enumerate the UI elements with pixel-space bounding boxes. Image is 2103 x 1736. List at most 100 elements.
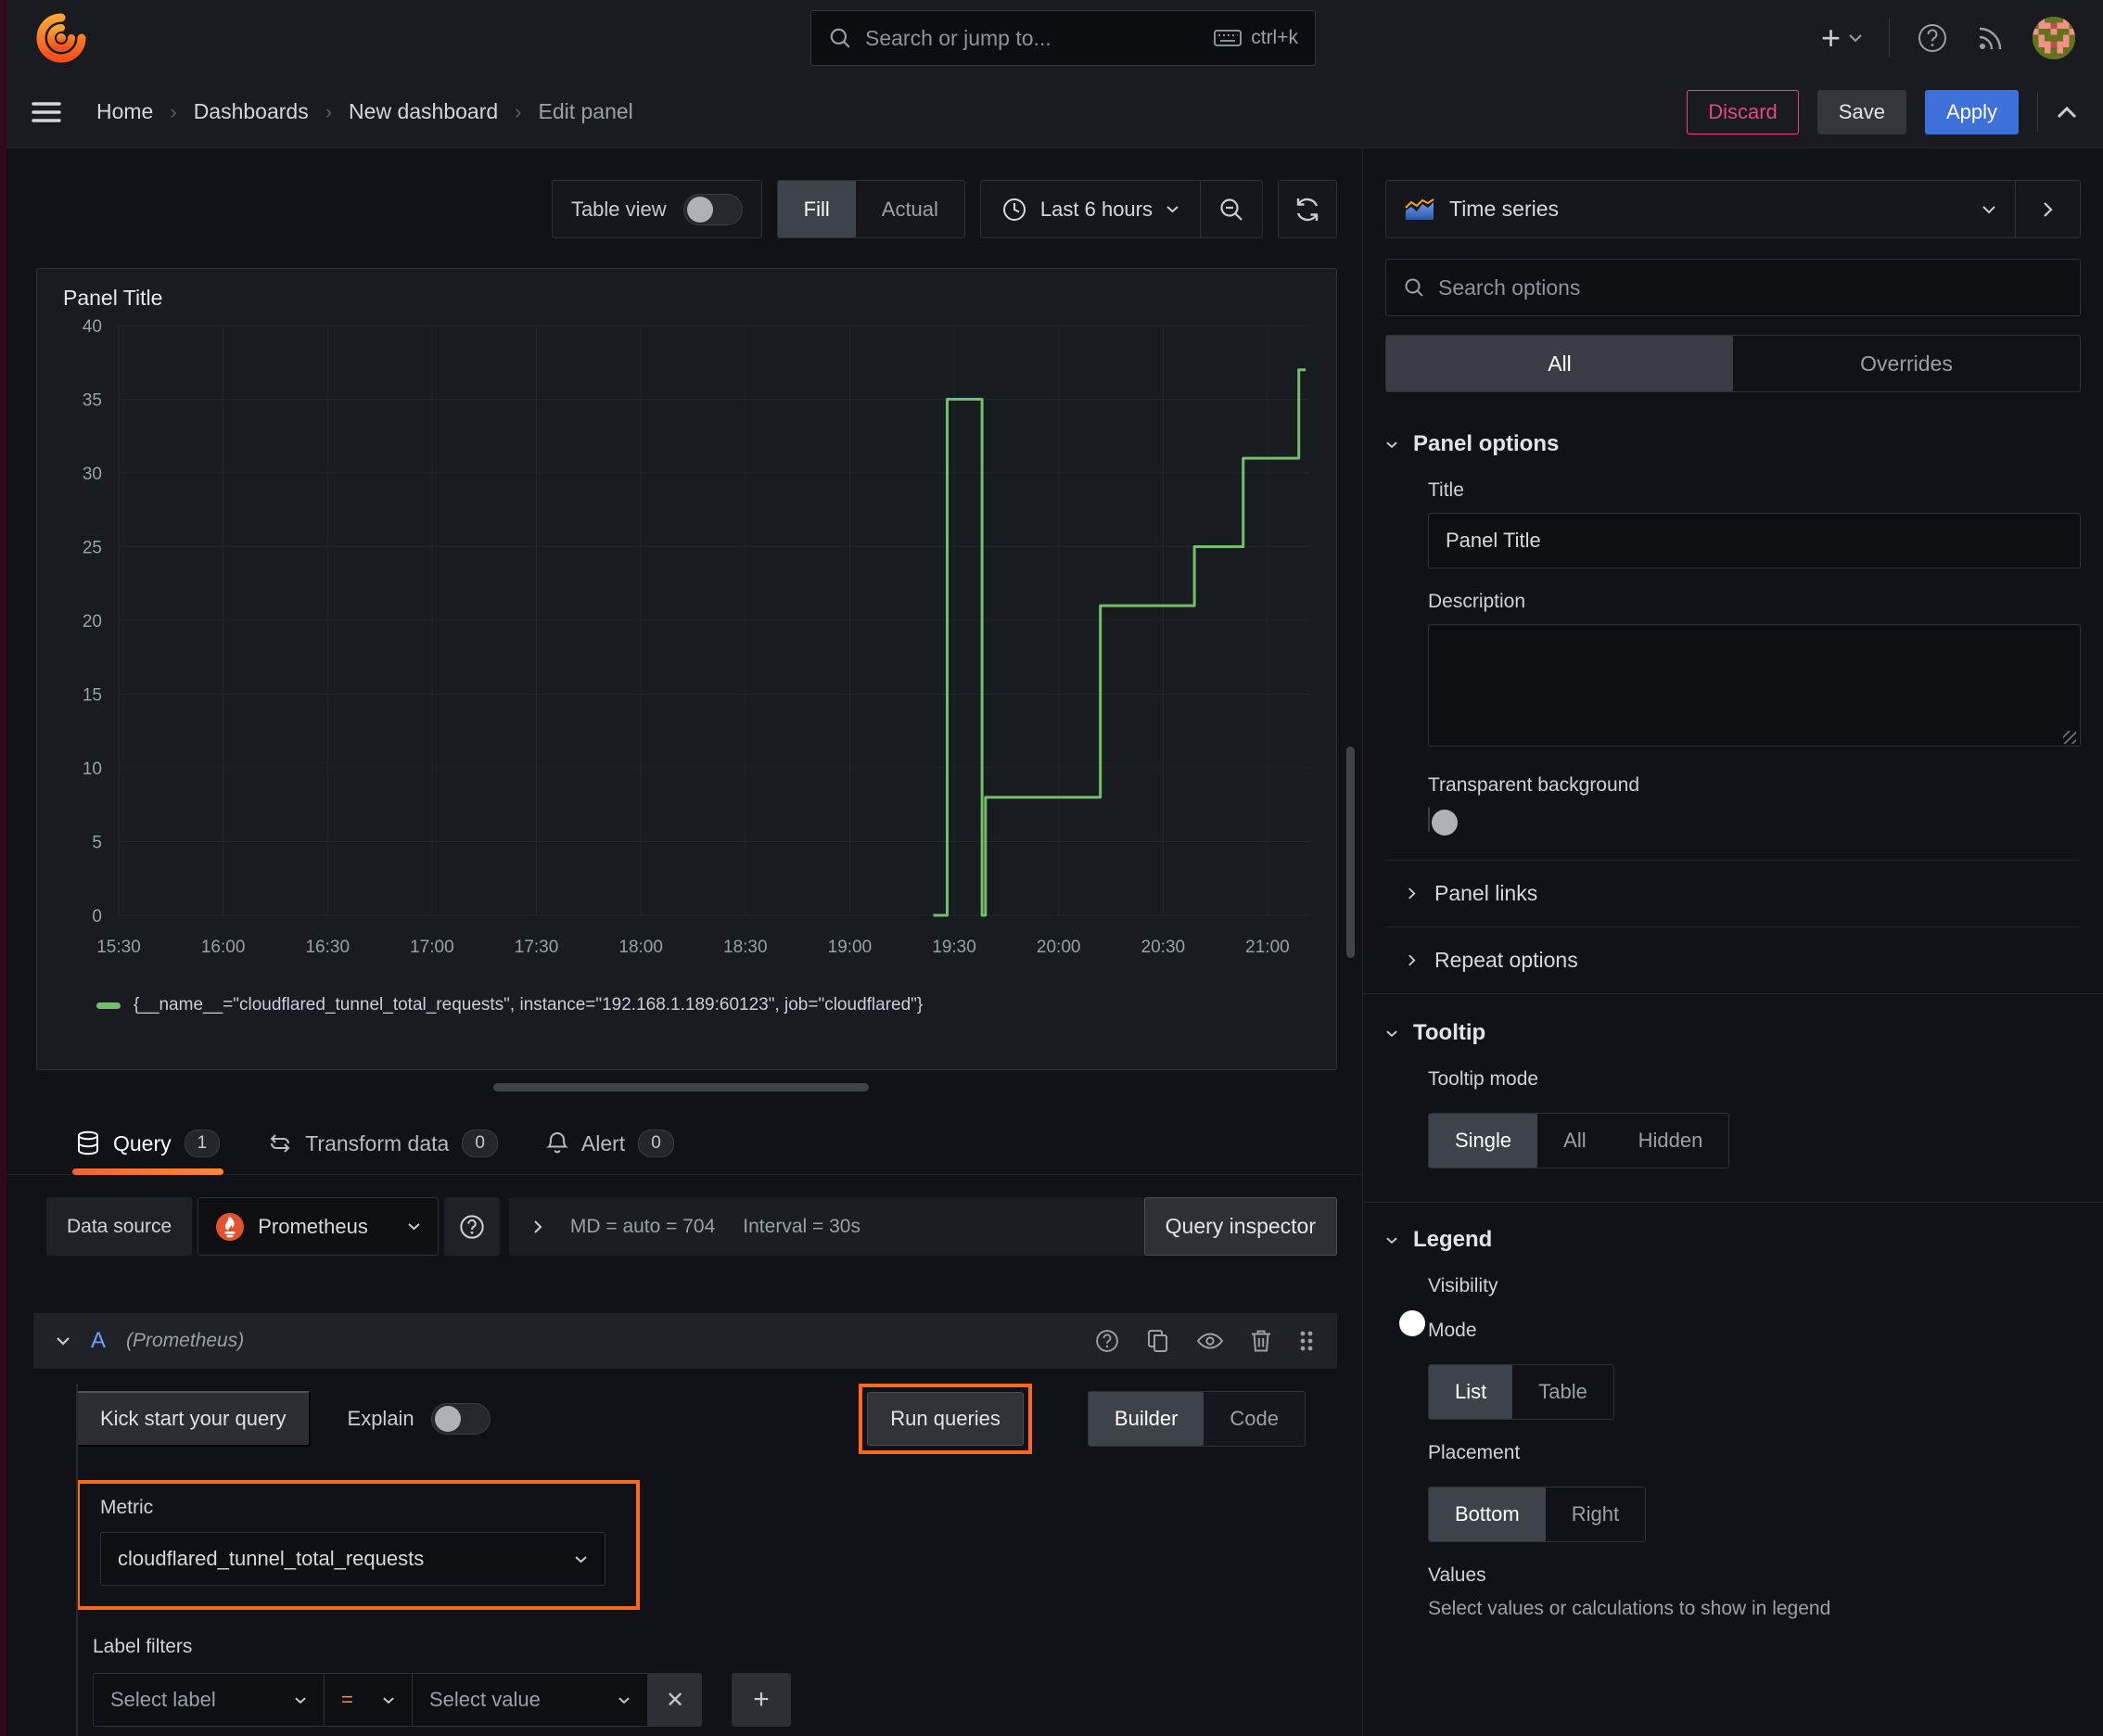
x-tick-label: 16:00 (201, 938, 246, 957)
refresh-icon[interactable] (1278, 180, 1337, 238)
shortcut-label: ctrl+k (1251, 27, 1298, 48)
options-search[interactable] (1385, 259, 2081, 316)
repeat-options-row[interactable]: Repeat options (1385, 927, 2081, 993)
panel-title[interactable]: Panel Title (37, 269, 1336, 311)
select-value-dropdown[interactable]: Select value (412, 1673, 648, 1727)
breadcrumb-home[interactable]: Home (96, 99, 153, 124)
x-tick-label: 20:30 (1141, 938, 1186, 957)
resize-grip-icon[interactable] (2063, 731, 2076, 744)
top-bar: ctrl+k + (0, 0, 2103, 76)
tab-alert[interactable]: Alert 0 (545, 1130, 674, 1174)
section-divider (1363, 1202, 2103, 1203)
shortcut-hint: ctrl+k (1214, 27, 1298, 49)
breadcrumb-new-dashboard[interactable]: New dashboard (349, 99, 498, 124)
table-view-toggle[interactable] (682, 193, 743, 225)
actual-option[interactable]: Actual (856, 181, 964, 237)
query-options-strip[interactable]: MD = auto = 704 Interval = 30s (508, 1197, 1157, 1256)
delete-query-trash-icon[interactable] (1250, 1328, 1272, 1354)
add-menu-button[interactable]: + (1821, 19, 1863, 57)
legend-placement-label: Placement (1428, 1442, 1521, 1463)
code-option[interactable]: Code (1204, 1392, 1305, 1446)
apply-button[interactable]: Apply (1924, 89, 2019, 134)
y-tick-label: 10 (83, 760, 102, 779)
kick-start-button[interactable]: Kick start your query (76, 1391, 311, 1447)
repeat-options-label: Repeat options (1434, 948, 1578, 972)
y-tick-label: 20 (83, 612, 102, 632)
menu-icon[interactable] (32, 101, 61, 123)
select-label-dropdown[interactable]: Select label (93, 1673, 325, 1727)
breadcrumb-edit-panel: Edit panel (538, 99, 633, 123)
remove-filter-button[interactable]: ✕ (648, 1673, 702, 1727)
panel-links-row[interactable]: Panel links (1385, 861, 2081, 926)
metric-select[interactable]: cloudflared_tunnel_total_requests (100, 1532, 605, 1586)
operator-dropdown[interactable]: = (324, 1673, 413, 1727)
global-search-input[interactable] (865, 25, 1202, 51)
datasource-help-icon[interactable] (443, 1197, 500, 1256)
tooltip-hidden-option[interactable]: Hidden (1612, 1114, 1729, 1168)
tooltip-single-option[interactable]: Single (1429, 1114, 1538, 1168)
x-tick-label: 20:00 (1037, 938, 1081, 957)
explain-toggle[interactable] (430, 1403, 491, 1435)
zoom-out-icon[interactable] (1201, 181, 1262, 237)
discard-button[interactable]: Discard (1687, 89, 1799, 134)
user-avatar[interactable] (2033, 17, 2075, 59)
placement-bottom-option[interactable]: Bottom (1429, 1487, 1546, 1541)
query-editor-body: Kick start your query Explain Run querie… (33, 1384, 1337, 1736)
legend-table-option[interactable]: Table (1512, 1365, 1613, 1419)
placement-right-option[interactable]: Right (1546, 1487, 1645, 1541)
x-tick-label: 19:30 (932, 938, 976, 957)
chevron-down-icon (574, 1555, 588, 1564)
options-search-input[interactable] (1438, 274, 2063, 300)
query-tab-bar: Query 1 Transform data 0 Alert 0 (0, 1112, 1362, 1175)
fill-option[interactable]: Fill (777, 181, 856, 237)
chevron-down-icon (1385, 440, 1398, 449)
tooltip-title: Tooltip (1413, 1020, 1486, 1045)
query-header[interactable]: A (Prometheus) (33, 1313, 1337, 1369)
description-textarea[interactable] (1428, 624, 2081, 747)
time-range-button[interactable]: Last 6 hours (981, 197, 1200, 223)
datasource-picker[interactable]: Prometheus (198, 1197, 439, 1256)
save-button[interactable]: Save (1816, 89, 1906, 134)
help-icon[interactable] (1916, 21, 1949, 55)
collapse-options-chevron-icon[interactable] (2015, 181, 2080, 237)
tooltip-all-option[interactable]: All (1537, 1114, 1612, 1168)
datasource-row: Data source Prometheus MD = auto = 704 I… (46, 1197, 1337, 1256)
news-rss-icon[interactable] (1975, 22, 2007, 54)
legend-series-name[interactable]: {__name__="cloudflared_tunnel_total_requ… (134, 995, 923, 1015)
panel-options-header[interactable]: Panel options (1385, 431, 2081, 457)
vertical-scrollbar-thumb[interactable] (1346, 747, 1355, 958)
chevron-up-icon[interactable] (2057, 106, 2077, 119)
tab-overrides[interactable]: Overrides (1733, 336, 2080, 391)
drag-handle-icon[interactable] (1298, 1328, 1315, 1354)
chevron-down-icon[interactable] (56, 1336, 70, 1346)
legend-list-option[interactable]: List (1429, 1365, 1513, 1419)
query-ref-id: A (91, 1328, 107, 1353)
transparent-background-toggle[interactable] (1428, 807, 1458, 836)
tab-transform-badge: 0 (462, 1130, 498, 1157)
global-search[interactable]: ctrl+k (810, 10, 1316, 66)
builder-option[interactable]: Builder (1088, 1392, 1204, 1446)
chevron-down-icon (1385, 1236, 1398, 1245)
query-inspector-button[interactable]: Query inspector (1143, 1197, 1337, 1256)
query-help-icon[interactable] (1094, 1328, 1120, 1354)
panel-title-input[interactable] (1428, 513, 2081, 568)
tooltip-header[interactable]: Tooltip (1385, 1020, 2081, 1046)
query-card: A (Prometheus) Kick start your query Exp… (33, 1313, 1337, 1736)
tab-all[interactable]: All (1386, 336, 1733, 391)
grafana-logo-icon[interactable] (35, 11, 89, 65)
run-queries-button[interactable]: Run queries (867, 1392, 1024, 1446)
legend-header[interactable]: Legend (1385, 1227, 2081, 1253)
legend-mode-segment: List Table (1428, 1364, 1614, 1420)
tab-query[interactable]: Query 1 (71, 1130, 224, 1175)
view-toolbar: Table view Fill Actual Last 6 hours (0, 180, 1337, 238)
duplicate-query-icon[interactable] (1146, 1328, 1170, 1354)
tab-alert-badge: 0 (638, 1130, 674, 1157)
label-filters-label: Label filters (93, 1636, 193, 1657)
legend-swatch[interactable] (96, 1002, 121, 1009)
hide-response-eye-icon[interactable] (1196, 1331, 1224, 1351)
tab-transform-data[interactable]: Transform data 0 (268, 1130, 498, 1174)
breadcrumb-dashboards[interactable]: Dashboards (194, 99, 309, 124)
add-filter-button[interactable]: + (732, 1673, 791, 1727)
horizontal-drag-handle[interactable] (493, 1083, 869, 1091)
visualization-select[interactable]: Time series (1386, 181, 2015, 237)
